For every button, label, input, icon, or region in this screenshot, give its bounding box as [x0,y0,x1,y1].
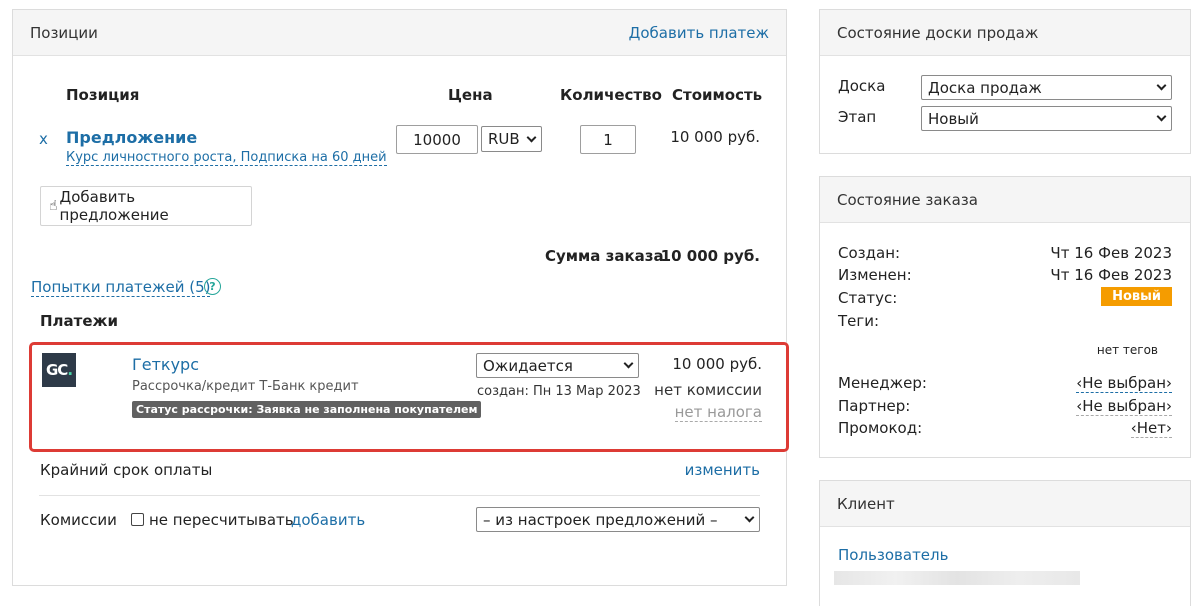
commission-value: – из настроек предложений – [483,510,718,529]
installment-status-badge: Статус рассрочки: Заявка не заполнена по… [132,401,482,418]
payment-amount: 10 000 руб. [672,355,762,373]
partner-label: Партнер: [838,397,911,415]
column-cost: Стоимость [672,86,763,104]
divider [39,495,760,496]
remove-item-button[interactable]: x [39,130,48,148]
positions-title: Позиции [30,23,98,42]
payment-row: GC. Геткурс Рассрочка/кредит Т-Банк кред… [29,342,789,452]
payments-title: Платежи [40,312,118,330]
item-subtitle-link[interactable]: Курс личностного роста, Подписка на 60 д… [66,150,387,166]
created-value: Чт 16 Фев 2023 [1050,244,1172,262]
board-panel: Состояние доски продаж Доска Доска прода… [819,9,1191,154]
add-commission-link[interactable]: добавить [291,511,365,529]
order-title: Состояние заказа [837,190,978,209]
chevron-down-icon [744,512,755,523]
tags-label: Теги: [838,312,880,330]
payment-status-value: Ожидается [483,356,573,375]
chevron-down-icon [526,132,537,142]
status-badge: Новый [1101,287,1172,306]
payment-commission: нет комиссии [654,381,762,399]
currency-value: RUB [488,130,520,148]
stage-select[interactable]: Новый [921,106,1172,131]
payment-status-select[interactable]: Ожидается [476,353,639,378]
no-tags: нет тегов [1096,343,1158,357]
payment-provider-link[interactable]: Геткурс [132,355,199,374]
column-price: Цена [448,86,493,104]
currency-select[interactable]: RUB [481,126,542,152]
positions-panel: Позиции Добавить платеж Позиция Цена Кол… [12,9,789,586]
changed-value: Чт 16 Фев 2023 [1050,266,1172,284]
chevron-down-icon [1156,80,1167,91]
quantity-input[interactable]: 1 [580,125,636,154]
item-cost: 10 000 руб. [670,128,760,146]
board-label: Доска [838,77,886,95]
positions-header: Позиции Добавить платеж [13,10,786,56]
deadline-change-link[interactable]: изменить [685,461,760,479]
add-offer-label: Добавить предложение [59,188,169,224]
payment-tax[interactable]: нет налога [674,403,762,422]
redacted-user-info [834,571,1080,585]
quantity-value: 1 [603,130,613,149]
payment-created: создан: Пн 13 Мар 2023 [477,384,641,399]
promo-select-link[interactable]: ‹Нет› [1130,419,1172,438]
board-header: Состояние доски продаж [820,10,1190,56]
created-label: Создан: [838,244,901,262]
total-value: 10 000 руб. [660,247,760,265]
deadline-label: Крайний срок оплаты [40,461,213,479]
promo-label: Промокод: [838,419,923,437]
chevron-down-icon [623,358,634,369]
manager-select-link[interactable]: ‹Не выбран› [1076,374,1172,393]
no-recalc-option[interactable]: не пересчитывать [131,511,294,529]
commissions-label: Комиссии [40,511,117,529]
add-payment-link[interactable]: Добавить платеж [629,24,769,42]
total-label: Сумма заказа [545,247,664,265]
item-name-link[interactable]: Предложение [66,128,197,147]
board-value: Доска продаж [928,78,1042,97]
price-value: 10000 [413,130,461,149]
user-link[interactable]: Пользователь [838,546,948,564]
price-input[interactable]: 10000 [396,125,478,154]
logo-dot: . [67,361,73,379]
client-panel: Клиент Пользователь [819,480,1191,606]
column-quantity: Количество [560,86,662,104]
no-recalc-checkbox[interactable] [131,513,144,526]
column-position: Позиция [66,86,140,104]
status-label: Статус: [838,289,898,307]
help-icon[interactable]: ? [204,278,221,295]
changed-label: Изменен: [838,266,912,284]
payment-attempts-link[interactable]: Попытки платежей (5) [31,278,211,297]
client-header: Клиент [820,481,1190,527]
client-title: Клиент [837,494,895,513]
add-offer-button[interactable]: ☝ Добавить предложение [40,186,252,226]
getcourse-logo: GC. [42,353,76,387]
board-select[interactable]: Доска продаж [921,75,1172,100]
chevron-down-icon [1156,111,1167,122]
manager-label: Менеджер: [838,374,927,392]
board-title: Состояние доски продаж [837,23,1039,42]
stage-value: Новый [928,109,979,128]
no-recalc-label: не пересчитывать [149,511,294,529]
payment-method: Рассрочка/кредит Т-Банк кредит [132,379,359,394]
order-panel: Состояние заказа Создан: Чт 16 Фев 2023 … [819,176,1191,458]
logo-text: GC [45,361,68,379]
commission-select[interactable]: – из настроек предложений – [476,507,760,532]
partner-select-link[interactable]: ‹Не выбран› [1076,397,1172,416]
stage-label: Этап [838,108,877,126]
hand-pointer-icon: ☝ [49,198,58,214]
order-header: Состояние заказа [820,177,1190,223]
